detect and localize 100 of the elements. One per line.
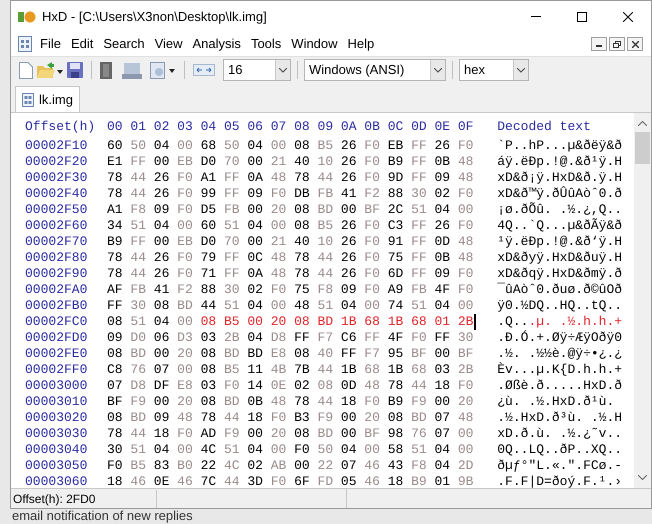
charset-dropdown[interactable]: Windows (ANSI) (304, 59, 446, 81)
byte-cell-text: FF (411, 218, 428, 234)
byte-cell-text: 22 (318, 458, 334, 474)
column-header: 04 (200, 119, 218, 135)
byte-cell-text: 58 (388, 442, 404, 458)
byte-cell-text: 20 (458, 394, 474, 410)
menu-item[interactable]: Analysis (188, 34, 246, 54)
decoded-text: xD&ðqÿ.HxD&ðmÿ.ð (497, 266, 622, 282)
byte-cell-text: 68 (200, 138, 218, 154)
byte-cell-text: 04 (340, 298, 358, 314)
byte-cell-text: 4F (388, 330, 404, 346)
byte-cell-text: 11 (247, 362, 264, 378)
byte-cell-text: 00 (434, 346, 452, 362)
selected-byte-cell-text: 1B (340, 314, 358, 330)
scrollbar-thumb[interactable] (635, 132, 650, 164)
offset-base-dropdown[interactable]: hex (459, 59, 529, 81)
byte-cell-text: 4B (270, 362, 288, 378)
open-folder-icon[interactable] (37, 62, 63, 78)
byte-cell-text: 44 (224, 410, 241, 426)
menu-item[interactable]: Window (286, 34, 343, 54)
byte-cell-text: 88 (388, 186, 404, 202)
mdi-restore-button[interactable] (609, 37, 625, 51)
byte-cell-text: 04 (247, 218, 264, 234)
decoded-text: ¡ø.ðÕû. .½.¿,Q.. (497, 202, 622, 218)
selected-byte-cell-text: 01 (434, 314, 452, 330)
menu-item[interactable]: View (150, 34, 188, 54)
byte-cell-text: 26 (154, 186, 170, 202)
byte-cell-text: 3D (247, 474, 264, 490)
byte-cell-text: 00 (154, 346, 170, 362)
byte-cell-text: 00 (177, 314, 194, 330)
byte-cell-text: B9 (388, 154, 404, 170)
byte-cell-text: 04 (247, 330, 264, 346)
byte-cell-text: FB (411, 282, 428, 298)
byte-cell-text: 00 (340, 426, 358, 442)
byte-cell-text: 88 (200, 282, 218, 298)
byte-cell-text: 08 (294, 202, 311, 218)
menu-item[interactable]: File (35, 34, 66, 54)
menu-item[interactable]: Search (98, 34, 150, 54)
byte-cell-text: FF (130, 154, 147, 170)
byte-cell-text: 26 (340, 154, 358, 170)
menu-item[interactable]: Help (342, 34, 380, 54)
mdi-close-button[interactable] (627, 37, 643, 51)
byte-cell-text: 30 (458, 330, 474, 346)
byte-cell-text: 44 (130, 426, 147, 442)
file-tab[interactable]: lk.img (15, 86, 80, 112)
scrollbar[interactable] (634, 113, 651, 488)
byte-cell-text: B0 (177, 458, 194, 474)
menu-item[interactable]: Edit (66, 34, 98, 54)
byte-cell-text: 06 (154, 330, 170, 346)
byte-cell-text: 70 (224, 234, 241, 250)
byte-cell-text: B9 (107, 234, 124, 250)
chevron-icon (434, 68, 442, 72)
byte-cell-text: 78 (294, 266, 311, 282)
byte-cell-text: 26 (434, 138, 452, 154)
scroll-up-icon[interactable] (638, 121, 647, 126)
offset-cell-text: 00002FA0 (25, 282, 88, 298)
new-file-icon[interactable] (19, 62, 33, 78)
mdi-minimize-button[interactable] (591, 37, 607, 51)
byte-cell-text: 0B (247, 394, 264, 410)
byte-cell-text: 0D (340, 378, 358, 394)
byte-cell-text: 18 (434, 378, 452, 394)
bytes-per-row-dropdown[interactable]: 16 (223, 59, 291, 81)
byte-cell-text: 07 (434, 410, 452, 426)
scroll-down-icon[interactable] (638, 475, 647, 480)
byte-cell-text: 48 (364, 378, 381, 394)
byte-cell-text: 00 (340, 410, 358, 426)
byte-cell-text: F0 (364, 138, 381, 154)
byte-cell-text: 0A (247, 170, 264, 186)
byte-cell-text: 04 (340, 442, 358, 458)
close-icon (623, 12, 633, 22)
byte-cell-text: FF (364, 330, 381, 346)
selected-byte-cell-text: 20 (270, 314, 288, 330)
byte-cell-text: 48 (294, 298, 311, 314)
column-header: 0F (458, 119, 474, 135)
byte-cell-text: 08 (200, 394, 218, 410)
byte-cell-text: D0 (200, 154, 218, 170)
text-caret (474, 314, 476, 330)
minimize-icon (596, 45, 602, 47)
menu-item[interactable]: Tools (246, 34, 286, 54)
byte-cell-text: 18 (247, 410, 264, 426)
byte-cell-text: 08 (107, 314, 124, 330)
byte-cell-text: 51 (411, 202, 428, 218)
byte-cell-text: 08 (200, 362, 218, 378)
selected-byte-cell-text: 1B (388, 314, 404, 330)
byte-cell-text: 50 (224, 138, 241, 154)
byte-cell-text: AD (200, 426, 218, 442)
byte-cell-text: 76 (130, 362, 147, 378)
byte-cell-text: F0 (458, 186, 474, 202)
byte-cell-text: F8 (318, 282, 334, 298)
save-icon[interactable] (67, 62, 83, 78)
byte-cell-text: F0 (458, 282, 474, 298)
offset-cell-text: 00002FC0 (25, 314, 88, 330)
byte-cell-text: 26 (154, 250, 170, 266)
byte-cell-text: 51 (130, 314, 147, 330)
byte-cell-text: 21 (270, 234, 288, 250)
background-text: email notification of new replies (12, 509, 193, 523)
byte-cell-text: 00 (364, 298, 381, 314)
byte-cell-text: BD (318, 426, 334, 442)
byte-cell-text: 26 (434, 218, 452, 234)
document-icon[interactable] (150, 62, 176, 78)
